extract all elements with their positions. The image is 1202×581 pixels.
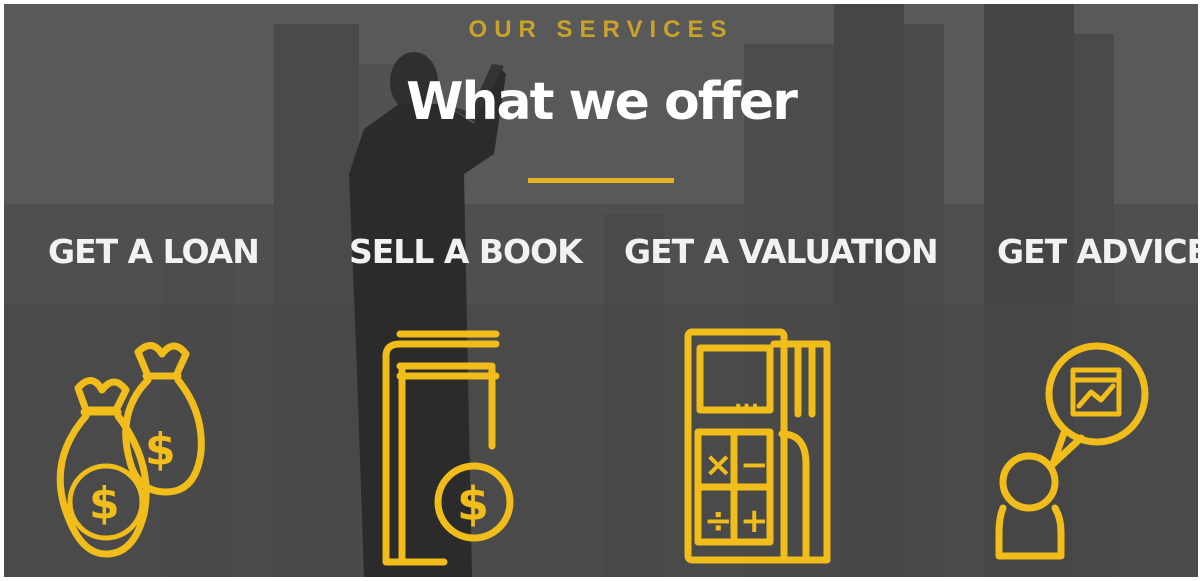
money-bags-icon: $ $ (56, 332, 206, 577)
plus-key: + (740, 501, 769, 541)
calculator-icon: ... × − ÷ + (682, 324, 837, 564)
service-title-sell-a-book[interactable]: SELL A BOOK (349, 232, 583, 271)
dollar-sign: $ (89, 478, 120, 529)
service-title-get-a-loan[interactable]: GET A LOAN (48, 232, 260, 271)
section-title: What we offer (406, 72, 798, 132)
service-title-get-a-valuation[interactable]: GET A VALUATION (624, 232, 939, 271)
title-underline (528, 178, 674, 183)
services-hero-section: OUR SERVICES What we offer GET A LOAN $ … (4, 4, 1198, 577)
divide-key: ÷ (704, 501, 733, 541)
dollar-sign: $ (457, 477, 489, 531)
times-key: × (704, 445, 733, 485)
section-eyebrow: OUR SERVICES (468, 16, 734, 43)
service-title-get-advice[interactable]: GET ADVICE (997, 232, 1198, 271)
advice-person-chart-icon (989, 332, 1149, 572)
book-with-coin-icon: $ (374, 326, 514, 571)
minus-key: − (740, 445, 769, 485)
display-dots: ... (734, 389, 759, 414)
dollar-sign: $ (145, 424, 176, 475)
